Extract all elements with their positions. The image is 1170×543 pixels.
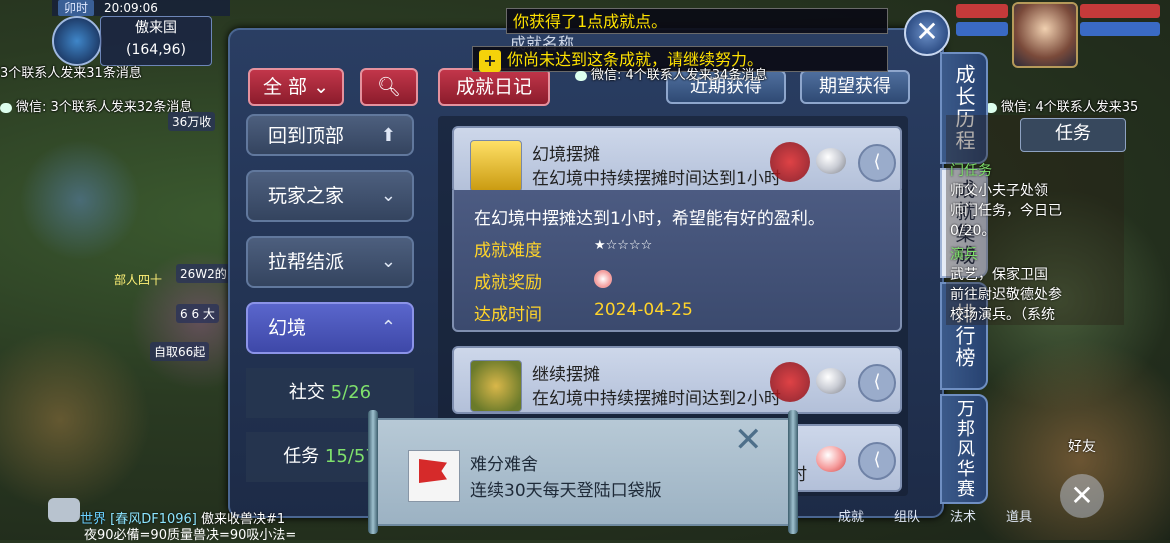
achievement-desc: 在幻境中持续摆摊时间达到1小时 [532, 169, 781, 189]
back-to-top-button[interactable]: 回到顶部 ⬆ [246, 114, 414, 156]
search-button[interactable]: 🔍︎ [360, 68, 418, 106]
pet-mp-bar [1080, 22, 1160, 36]
mp-bar [956, 22, 1008, 36]
location-name: 傲来国 [135, 20, 177, 36]
money-bag-icon [470, 360, 522, 412]
collapse-menu-button[interactable]: ✕ [1060, 474, 1104, 518]
clock-text: 20:09:06 [104, 1, 158, 15]
chat-notice-2: 微信: 3个联系人发来32条消息 [0, 96, 192, 115]
gold-bar-icon [470, 140, 522, 192]
category-guild[interactable]: 拉帮结派 ⌄ [246, 236, 414, 288]
location-coords: (164,96) [126, 42, 186, 58]
friend-button[interactable]: 好友 [1068, 436, 1096, 456]
npc-label: 部人四十 [114, 273, 163, 287]
tab-wanbang-contest[interactable]: 万邦风华赛 [940, 394, 988, 504]
close-button[interactable]: ✕ [904, 10, 950, 56]
completed-seal-icon [770, 362, 810, 402]
world-chat-line-2: 夜90必備=90质量兽决=90吸小法= [84, 528, 297, 543]
time-row: 达成时间 2024-04-25 [474, 300, 693, 325]
wechat-icon [0, 102, 12, 113]
location-box[interactable]: 傲来国 (164,96) [100, 16, 212, 66]
category-illusion[interactable]: 幻境 ⌃ [246, 302, 414, 354]
task-line: 校场演兵。（系统 [950, 307, 1055, 323]
task-line: 武艺，保家卫国 [950, 267, 1048, 283]
achievement-detail: 在幻境中摆摊达到1小时，希望能有好的盈利。 成就难度 ★☆☆☆☆ 成就奖励 达成… [452, 190, 902, 332]
task-line: 师门任务，今日已 [950, 203, 1062, 219]
chevron-down-icon: ⌄ [380, 251, 396, 272]
task-line: 演兵 [950, 247, 978, 263]
achievement-popup[interactable]: 难分难舍 连续30天每天登陆口袋版 ✕ [368, 410, 798, 534]
share-button[interactable]: ⟨ [858, 144, 896, 182]
chevron-down-icon: ⌄ [313, 76, 329, 98]
pearl-icon [816, 368, 846, 394]
hp-bar [956, 4, 1008, 18]
minimap-icon[interactable] [52, 16, 102, 66]
chat-icon[interactable] [48, 498, 80, 522]
difficulty-row: 成就难度 ★☆☆☆☆ [474, 238, 653, 261]
player-avatar[interactable] [1012, 2, 1078, 68]
task-tab[interactable]: 任务 [1020, 118, 1126, 152]
task-line: 门任务 [950, 163, 992, 179]
subcategory-social[interactable]: 社交 5/26 [246, 368, 414, 418]
achievement-desc: 在幻境中持续摆摊时间达到2小时 [532, 389, 781, 409]
achievement-name: 幻境摆摊 [532, 145, 600, 165]
difficulty-stars: ★☆☆☆☆ [594, 238, 653, 253]
wechat-icon [575, 70, 587, 81]
chat-notice-3: 微信: 4个联系人发来34条消息 [575, 64, 767, 83]
red-flag-icon [408, 450, 460, 502]
scroll-rod-left [368, 410, 378, 534]
menu-achievement[interactable]: 成就 [838, 506, 864, 525]
popup-achievement-name: 难分难舍 [470, 455, 538, 475]
share-button[interactable]: ⟨ [858, 442, 896, 480]
achievement-card[interactable]: 幻境摆摊 在幻境中持续摆摊时间达到1小时 ⟨ [452, 126, 902, 194]
menu-team[interactable]: 组队 [894, 506, 920, 525]
time-period-tag: 卯时 [58, 0, 95, 16]
pearl-icon [816, 148, 846, 174]
npc-label: 36万收 [168, 112, 216, 131]
chat-notice-1: 3个联系人发来31条消息 [0, 66, 142, 81]
reward-row: 成就奖励 [474, 268, 612, 293]
chevron-down-icon: ⌄ [380, 185, 396, 206]
time-bar: 卯时 20:09:06 [52, 0, 230, 16]
chat-notice-4: 微信: 4个联系人发来35 [985, 96, 1138, 115]
notice-line-1: 你获得了1点成就点。 [506, 8, 888, 34]
arrow-up-icon: ⬆ [380, 125, 396, 146]
expect-button[interactable]: 期望获得 [800, 70, 910, 104]
popup-achievement-desc: 连续30天每天登陆口袋版 [470, 481, 662, 501]
plus-icon: + [479, 49, 501, 72]
task-line: 前往尉迟敬德处参 [950, 287, 1062, 303]
achievement-card[interactable]: 继续摆摊 在幻境中持续摆摊时间达到2小时 ⟨ [452, 346, 902, 414]
task-line: 0/20。 [950, 223, 996, 239]
diary-button[interactable]: 成就日记 [438, 68, 550, 106]
completed-seal-icon [770, 142, 810, 182]
popup-close-icon[interactable]: ✕ [734, 420, 763, 460]
menu-skills[interactable]: 法术 [950, 506, 976, 525]
npc-label: 26W2的 [176, 264, 231, 283]
npc-label: 6 6 大 [176, 304, 219, 323]
category-player-home[interactable]: 玩家之家 ⌄ [246, 170, 414, 222]
detail-text: 在幻境中摆摊达到1小时，希望能有好的盈利。 [474, 209, 825, 229]
menu-items[interactable]: 道具 [1006, 506, 1032, 525]
pet-hp-bar [1080, 4, 1160, 18]
npc-label: 自取66起 [150, 342, 210, 361]
filter-dropdown[interactable]: 全 部 ⌄ [248, 68, 344, 106]
search-icon: 🔍︎ [376, 76, 402, 98]
chevron-up-icon: ⌃ [380, 317, 396, 338]
peach-icon [816, 446, 846, 472]
reward-peach-icon [594, 270, 612, 288]
scroll-rod-right [788, 410, 798, 534]
task-line: 师父小夫子处领 [950, 183, 1048, 199]
share-button[interactable]: ⟨ [858, 364, 896, 402]
achievement-name: 继续摆摊 [532, 365, 600, 385]
